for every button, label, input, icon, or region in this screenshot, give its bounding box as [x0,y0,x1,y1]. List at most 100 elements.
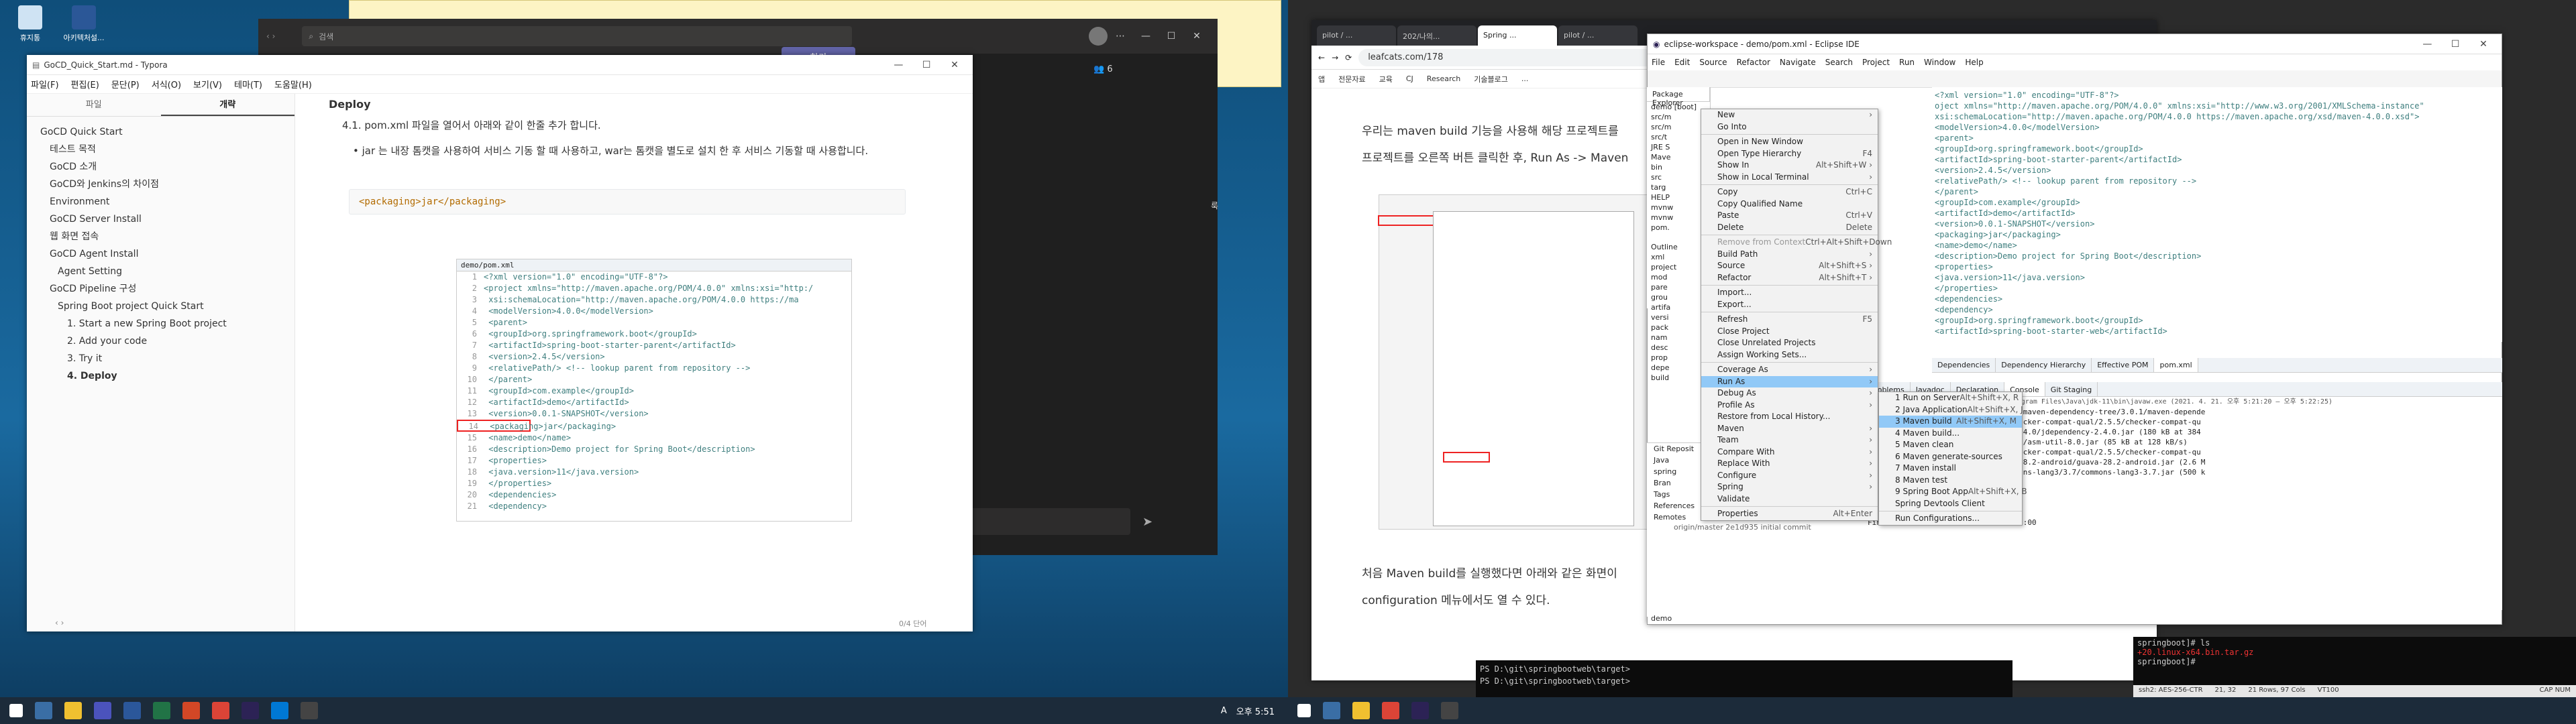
outline-item[interactable]: 1. Start a new Spring Boot project [27,315,294,333]
browser-tab[interactable]: 202/나의... [1397,25,1477,46]
menu-item[interactable]: 7 Maven install [1879,463,2022,475]
menu-file[interactable]: File [1652,58,1665,67]
desktop-icon-recycle-bin[interactable]: 휴지통 [7,5,54,43]
teams-icon[interactable] [94,702,111,719]
menu-item[interactable]: 6 Maven generate-sources [1879,451,2022,463]
menu-file[interactable]: 파일(F) [31,78,59,90]
menu-item[interactable]: Restore from Local History... [1701,411,1878,423]
terminal-icon[interactable] [301,702,318,719]
menu-item[interactable]: New › [1701,109,1878,121]
menu-item[interactable]: Profile As › [1701,400,1878,412]
eclipse-icon[interactable] [1411,702,1429,719]
menu-item[interactable]: 2 Java Application Alt+Shift+X, J [1879,404,2023,416]
maximize-icon[interactable]: ☐ [1159,31,1184,42]
pom-editor[interactable]: <?xml version="1.0" encoding="UTF-8"?> oj… [1932,87,2502,342]
menu-item[interactable]: Build Path › [1701,249,1878,261]
menu-item[interactable]: 4 Maven build... [1879,428,2022,440]
outline-item[interactable]: GoCD Agent Install [27,245,294,263]
ime-indicator[interactable]: A [1221,706,1227,716]
clock[interactable]: 오후 5:51 [1236,705,1275,717]
reload-icon[interactable]: ⟳ [1345,53,1352,62]
browser-tab-active[interactable]: Spring ... [1478,25,1557,46]
avatar[interactable] [1089,27,1108,46]
powershell-terminal[interactable]: PS D:\git\springbootweb\target> PS D:\gi… [1476,660,2012,697]
outline-item[interactable]: 2. Add your code [27,333,294,350]
menu-run[interactable]: Run [1899,58,1915,67]
menu-window[interactable]: Window [1924,58,1955,67]
maximize-icon[interactable]: ☐ [914,60,939,70]
outline-item[interactable]: 4. Deploy [27,367,294,385]
menu-item[interactable]: Run Configurations... [1879,513,2022,525]
desktop-icon-document[interactable]: 아키텍처설... [60,5,107,43]
menu-edit[interactable]: 편집(E) [71,78,99,90]
bookmark-item[interactable]: 전문자료 [1338,74,1365,84]
menu-item[interactable]: Copy Ctrl+C [1701,186,1878,198]
menu-item[interactable]: Spring › [1701,481,1878,493]
menu-item[interactable]: Maven › [1701,423,1878,435]
outline-item[interactable]: GoCD와 Jenkins의 차이점 [27,176,294,193]
menu-paragraph[interactable]: 문단(P) [111,78,140,90]
menu-item[interactable]: Spring Devtools Client [1879,498,2022,510]
menu-help[interactable]: Help [1965,58,1983,67]
send-icon[interactable]: ➤ [1142,515,1152,529]
tab-files[interactable]: 파일 [27,94,161,116]
tab-pom-xml[interactable]: pom.xml [2154,358,2198,372]
excel-icon[interactable] [153,702,170,719]
search-icon[interactable] [1323,702,1340,719]
menu-item[interactable]: 9 Spring Boot App Alt+Shift+X, B [1879,486,2027,498]
outline-item[interactable]: Agent Setting [27,263,294,280]
menu-search[interactable]: Search [1825,58,1853,67]
bookmark-item[interactable]: 교육 [1379,74,1393,84]
eclipse-icon[interactable] [241,702,259,719]
outline-item[interactable]: GoCD 소개 [27,158,294,176]
bookmark-item[interactable]: ... [1521,74,1529,83]
menu-help[interactable]: 도움말(H) [274,78,312,90]
menu-item[interactable]: Copy Qualified Name [1701,198,1878,210]
search-icon[interactable] [35,702,52,719]
menu-item[interactable]: Close Project [1701,326,1878,338]
menu-item[interactable]: Run As › [1701,375,1878,387]
menu-edit[interactable]: Edit [1674,58,1690,67]
back-arrow-icon[interactable]: ‹ › [266,32,275,41]
outline-item[interactable]: GoCD Server Install [27,210,294,228]
outline-item[interactable]: GoCD Quick Start [27,123,294,141]
menu-project[interactable]: Project [1862,58,1890,67]
menu-item[interactable]: Replace With › [1701,458,1878,470]
menu-item[interactable]: Open Type Hierarchy F4 [1701,148,1878,160]
menu-item[interactable]: Team › [1701,434,1878,446]
bookmark-item[interactable]: 기술블로그 [1474,74,1508,84]
minimize-icon[interactable]: — [1133,31,1159,42]
menu-item[interactable]: Refresh F5 [1701,314,1878,326]
outline-item[interactable]: Spring Boot project Quick Start [27,298,294,315]
close-icon[interactable]: ✕ [942,60,967,70]
chrome-icon[interactable] [212,702,229,719]
outline-item[interactable]: Environment [27,193,294,210]
chat-search-input[interactable]: ⌕ 검색 [302,26,853,46]
browser-tab[interactable]: pilot / ... [1558,25,1638,46]
menu-item[interactable]: 3 Maven build Alt+Shift+X, M [1879,416,2022,428]
menu-dots-icon[interactable]: ⋯ [1108,31,1133,42]
tab-dependencies[interactable]: Dependencies [1932,358,1996,372]
menu-item[interactable]: Go Into [1701,121,1878,133]
menu-item[interactable]: Compare With › [1701,446,1878,459]
menu-item[interactable]: Source Alt+Shift+S › [1701,260,1878,272]
tab-outline[interactable]: 개략 [160,94,294,116]
close-icon[interactable]: ✕ [2471,39,2496,50]
tab-package-explorer[interactable]: Package Explorer [1647,87,1710,107]
menu-source[interactable]: Source [1699,58,1727,67]
terminal-icon[interactable] [1441,702,1458,719]
file-explorer-icon[interactable] [64,702,82,719]
maximize-icon[interactable]: ☐ [2443,39,2468,50]
outline-item[interactable]: 테스트 목적 [27,141,294,158]
file-explorer-icon[interactable] [1352,702,1370,719]
windows-start-icon[interactable] [1297,704,1311,717]
menu-item[interactable]: Open in New Window [1701,136,1878,148]
bookmark-item[interactable]: CJ [1406,74,1413,83]
menu-theme[interactable]: 테마(T) [234,78,262,90]
browser-tab[interactable]: pilot / ... [1317,25,1396,46]
menu-item[interactable]: Coverage As › [1701,364,1878,376]
bookmark-item[interactable]: Research [1427,74,1460,83]
tab-dependency-hierarchy[interactable]: Dependency Hierarchy [1996,358,2092,372]
tab-git-staging[interactable]: Git Staging [2045,382,2098,396]
word-icon[interactable] [123,702,141,719]
